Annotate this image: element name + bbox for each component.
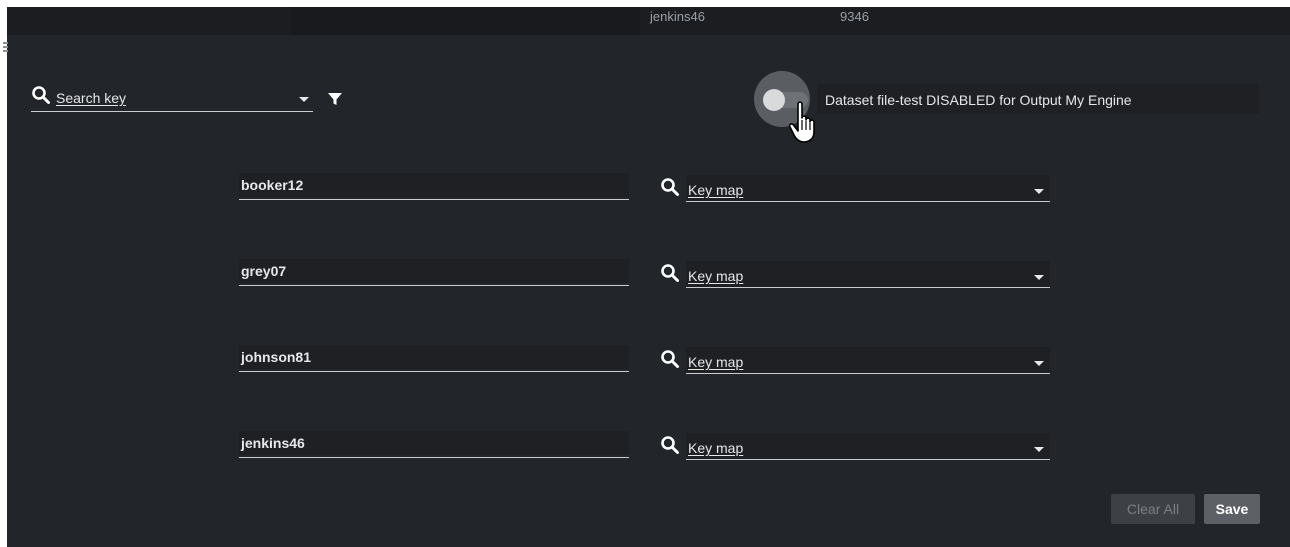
key-map-dropdown[interactable]: Key map <box>660 433 1050 461</box>
user-field-value: jenkins46 <box>241 435 305 451</box>
user-field[interactable]: johnson81 <box>239 345 629 372</box>
key-map-input[interactable]: Key map <box>686 347 1050 374</box>
chevron-down-icon[interactable] <box>1034 361 1044 366</box>
user-field-value: grey07 <box>241 263 287 279</box>
key-map-input[interactable]: Key map <box>686 261 1050 288</box>
key-map-input[interactable]: Key map <box>686 433 1050 460</box>
top-row-id: 9346 <box>840 9 869 24</box>
search-icon <box>32 86 50 104</box>
key-map-dropdown[interactable]: Key map <box>660 261 1050 289</box>
hand-pointer-icon <box>788 101 815 143</box>
top-row-user: jenkins46 <box>650 9 705 24</box>
menu-edge-icon[interactable] <box>3 42 8 56</box>
key-map-placeholder: Key map <box>688 440 744 456</box>
key-map-dropdown[interactable]: Key map <box>660 347 1050 375</box>
chevron-down-icon[interactable] <box>1034 189 1044 194</box>
key-map-placeholder: Key map <box>688 354 744 370</box>
filter-icon[interactable] <box>327 91 343 107</box>
top-row-strip: jenkins46 9346 <box>7 7 1290 35</box>
search-icon <box>661 264 679 282</box>
dataset-toggle-label: Dataset file-test DISABLED for Output My… <box>825 92 1132 108</box>
chevron-down-icon[interactable] <box>1034 447 1044 452</box>
save-button[interactable]: Save <box>1204 494 1260 524</box>
search-key-placeholder: Search key <box>56 90 127 106</box>
key-map-placeholder: Key map <box>688 182 744 198</box>
top-row-cell <box>290 7 640 35</box>
search-key-dropdown[interactable]: Search key <box>31 85 313 112</box>
dataset-toggle-thumb[interactable] <box>763 89 785 111</box>
search-icon <box>661 350 679 368</box>
key-map-placeholder: Key map <box>688 268 744 284</box>
user-field-value: johnson81 <box>241 349 312 365</box>
user-field-value: booker12 <box>241 177 304 193</box>
clear-all-button[interactable]: Clear All <box>1111 494 1195 524</box>
key-map-dropdown[interactable]: Key map <box>660 175 1050 203</box>
key-map-input[interactable]: Key map <box>686 175 1050 202</box>
chevron-down-icon[interactable] <box>299 97 309 102</box>
user-field[interactable]: booker12 <box>239 173 629 200</box>
user-field[interactable]: jenkins46 <box>239 431 629 458</box>
search-icon <box>661 436 679 454</box>
user-field[interactable]: grey07 <box>239 259 629 286</box>
search-icon <box>661 178 679 196</box>
chevron-down-icon[interactable] <box>1034 275 1044 280</box>
mapping-panel: jenkins46 9346 Search key Dataset file-t… <box>3 7 1290 547</box>
